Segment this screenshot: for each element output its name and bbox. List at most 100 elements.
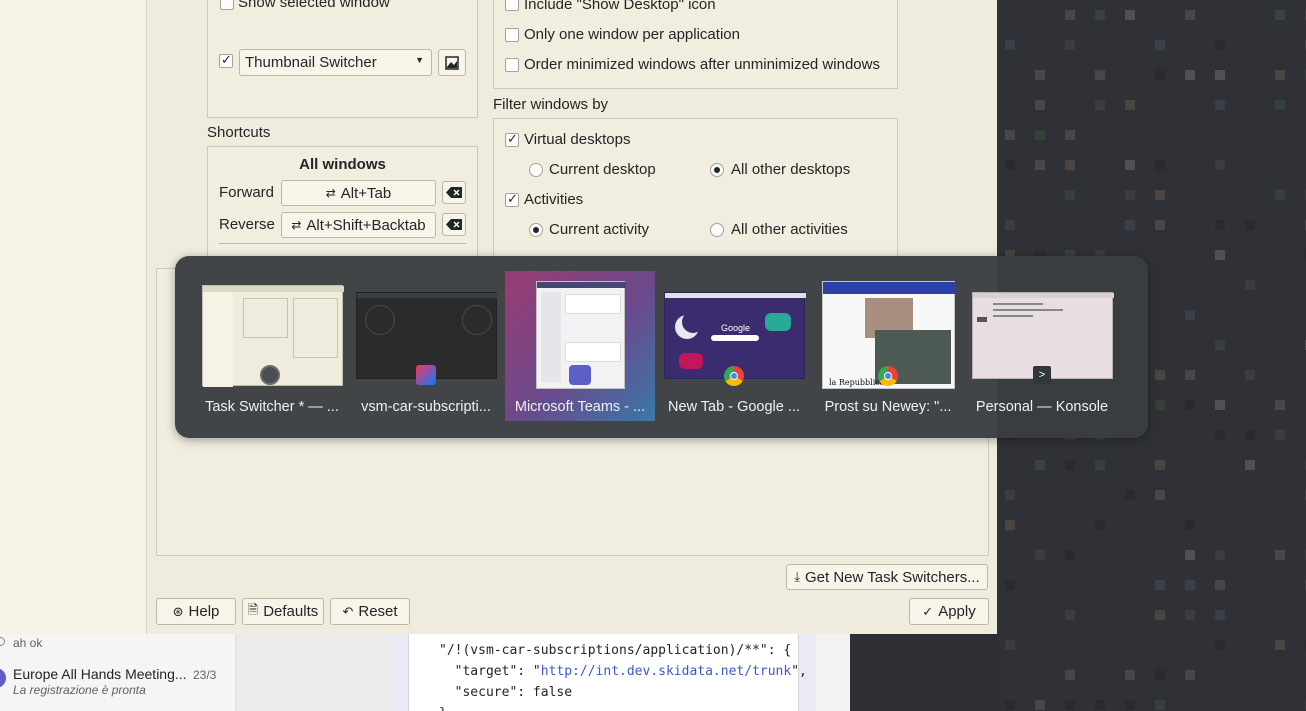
wallpaper-tile (1155, 70, 1165, 80)
wallpaper-tile (1215, 70, 1225, 80)
wallpaper-tile (1215, 160, 1225, 170)
switcher-item[interactable]: Google New Tab - Google ... (659, 271, 809, 421)
wallpaper-tile (1275, 430, 1285, 440)
code-url-link[interactable]: http://int.dev.skidata.net/trunk (541, 664, 791, 679)
wallpaper-tile (1185, 610, 1195, 620)
one-window-per-app-checkbox[interactable] (505, 28, 519, 42)
chat-item-subtitle: La registrazione è pronta (13, 683, 146, 697)
switcher-select-value: Thumbnail Switcher (245, 54, 377, 71)
options-frame (493, 0, 898, 89)
wallpaper-tile (1125, 100, 1135, 110)
wallpaper-tile (1065, 460, 1075, 470)
teams-divider-pane (236, 634, 393, 711)
include-show-desktop-label: Include "Show Desktop" icon (524, 0, 716, 13)
wallpaper-tile (1035, 100, 1045, 110)
show-selected-window-label: Show selected window (238, 0, 390, 11)
switcher-select[interactable]: Thumbnail Switcher ▼ (239, 49, 432, 76)
chat-preview-text: ah ok (13, 636, 43, 650)
document-icon: 🗎 (247, 601, 259, 617)
wallpaper-tile (1215, 220, 1225, 230)
chrome-app-icon (878, 366, 898, 386)
switcher-item-caption: Prost su Newey: "... (824, 399, 952, 415)
wallpaper-tile (1005, 640, 1015, 650)
wallpaper-tile (1185, 520, 1195, 530)
wallpaper-tile (1065, 610, 1075, 620)
thumbnail-switcher-checkbox[interactable] (219, 52, 233, 68)
activities-checkbox[interactable] (505, 191, 519, 207)
current-desktop-radio[interactable] (529, 163, 543, 177)
wallpaper-tile (1125, 160, 1135, 170)
chevron-down-icon: ▼ (415, 55, 424, 65)
wallpaper-tile (1035, 460, 1045, 470)
switcher-item-selected[interactable]: Microsoft Teams - ... (505, 271, 655, 421)
wallpaper-tile (1065, 670, 1075, 680)
filter-title: Filter windows by (493, 96, 609, 113)
reverse-shortcut-value: Alt+Shift+Backtab (306, 216, 426, 234)
help-button[interactable]: ⊛ Help (156, 598, 236, 625)
wallpaper-tile (1275, 100, 1285, 110)
reverse-shortcut-button[interactable]: ⇄ Alt+Shift+Backtab (281, 212, 436, 238)
order-minimized-checkbox[interactable] (505, 58, 519, 72)
wallpaper-tile (1125, 190, 1135, 200)
wallpaper-tile (1245, 430, 1255, 440)
forward-label: Forward (219, 184, 275, 201)
wallpaper-tile (1125, 670, 1135, 680)
wallpaper-tile (1155, 190, 1165, 200)
wallpaper-tile (1125, 490, 1135, 500)
wallpaper-tile (1215, 640, 1225, 650)
teams-right-pane (816, 634, 850, 711)
code-snippet: "/!(vsm-car-subscriptions/application)/*… (408, 634, 807, 711)
show-selected-window-checkbox[interactable] (220, 0, 234, 10)
switcher-item[interactable]: Task Switcher * — ... (197, 271, 347, 421)
wallpaper-tile (1035, 700, 1045, 710)
wallpaper-tile (1245, 370, 1255, 380)
include-show-desktop-checkbox[interactable] (505, 0, 519, 11)
chat-item-title[interactable]: Europe All Hands Meeting... (13, 666, 187, 682)
wallpaper-tile (1065, 130, 1075, 140)
switcher-item[interactable]: vsm-car-subscripti... (351, 271, 501, 421)
shortcuts-title: Shortcuts (207, 124, 271, 141)
wallpaper-tile (1035, 130, 1045, 140)
chat-item-date: 23/3 (193, 668, 217, 682)
virtual-desktops-checkbox[interactable] (505, 131, 519, 147)
wallpaper-tile (1065, 190, 1075, 200)
one-window-per-app-label: Only one window per application (524, 26, 740, 43)
wallpaper-tile (1275, 10, 1285, 20)
clear-forward-shortcut-button[interactable] (442, 181, 466, 204)
wallpaper-tile (1215, 550, 1225, 560)
reset-button[interactable]: ↶ Reset (330, 598, 410, 625)
reset-label: Reset (358, 603, 398, 620)
clear-reverse-shortcut-button[interactable] (442, 213, 466, 236)
wallpaper-tile (1005, 520, 1015, 530)
wallpaper-tile (1005, 700, 1015, 710)
wallpaper-tile (1215, 250, 1225, 260)
wallpaper-tile (1155, 370, 1165, 380)
defaults-button[interactable]: 🗎 Defaults (242, 598, 324, 625)
wallpaper-tile (1035, 550, 1045, 560)
task-switcher-overlay: Task Switcher * — ... vsm-car-subscripti… (175, 256, 1148, 438)
apply-button[interactable]: ✓ Apply (909, 598, 989, 625)
all-other-desktops-radio[interactable] (710, 163, 724, 177)
wallpaper-tile (1095, 460, 1105, 470)
preview-button[interactable] (438, 49, 466, 76)
teams-app-icon (569, 365, 591, 385)
order-minimized-label: Order minimized windows after unminimize… (524, 56, 880, 73)
wallpaper-tile (1275, 400, 1285, 410)
get-new-switchers-button[interactable]: ⤓ Get New Task Switchers... (786, 564, 988, 590)
current-activity-radio[interactable] (529, 223, 543, 237)
forward-shortcut-button[interactable]: ⇄ Alt+Tab (281, 180, 436, 206)
all-other-activities-radio[interactable] (710, 223, 724, 237)
wallpaper-tile (1275, 550, 1285, 560)
switcher-item[interactable]: la Repubblica Prost su Newey: "... (813, 271, 963, 421)
wallpaper-tile (1005, 160, 1015, 170)
wallpaper-tile (1155, 400, 1165, 410)
forward-shortcut-value: Alt+Tab (340, 184, 392, 202)
apply-label: Apply (938, 603, 976, 620)
wallpaper-tile (1215, 100, 1225, 110)
all-other-desktops-label: All other desktops (731, 161, 851, 178)
konsole-app-icon: > (1033, 366, 1051, 384)
switcher-item[interactable]: > Personal — Konsole (967, 271, 1117, 421)
backspace-icon (446, 187, 462, 198)
wallpaper-tile (1155, 160, 1165, 170)
wallpaper-tile (1095, 100, 1105, 110)
